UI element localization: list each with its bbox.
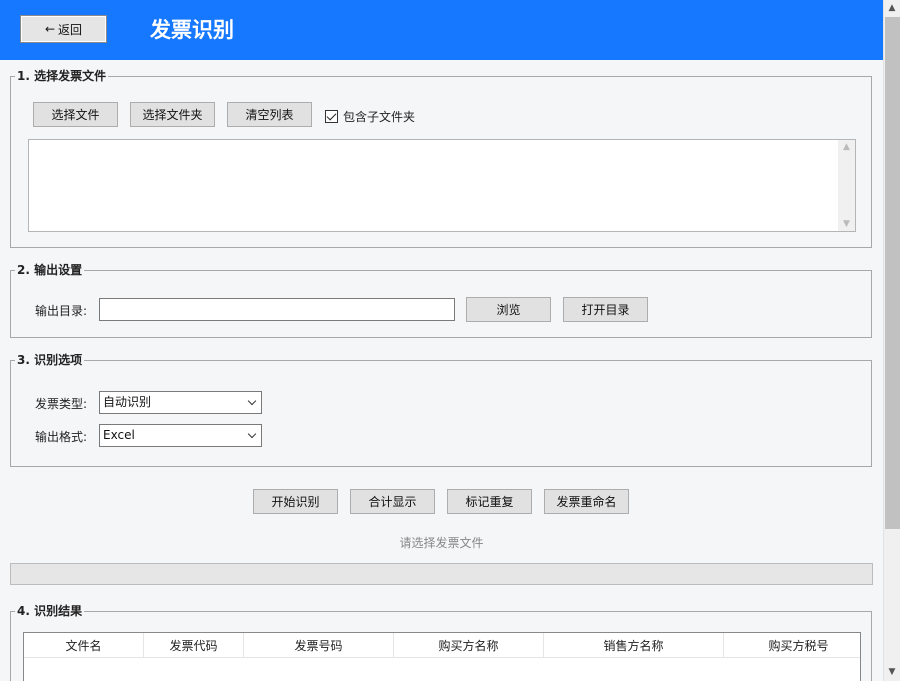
page-title: 发票识别 [150, 18, 234, 42]
scrollbar-thumb[interactable] [885, 17, 900, 529]
window-scrollbar[interactable]: ▲ ▼ [883, 0, 900, 681]
results-legend: 4. 识别结果 [15, 603, 85, 619]
checkbox-checked-icon[interactable] [325, 110, 338, 123]
column-header[interactable]: 发票号码 [244, 633, 394, 657]
mark-duplicates-button[interactable]: 标记重复 [447, 489, 532, 514]
column-header[interactable]: 发票代码 [144, 633, 244, 657]
back-button-label: 返回 [58, 22, 83, 37]
output-format-select[interactable]: Excel [99, 424, 262, 447]
column-header[interactable]: 购买方名称 [394, 633, 544, 657]
select-files-legend: 1. 选择发票文件 [15, 68, 109, 84]
chevron-down-icon [247, 396, 257, 406]
output-settings-group: 2. 输出设置 输出目录: 浏览 打开目录 [10, 262, 872, 338]
start-recognition-button[interactable]: 开始识别 [253, 489, 338, 514]
list-scroll-down-icon[interactable]: ▼ [838, 219, 855, 229]
scroll-down-icon[interactable]: ▼ [884, 664, 900, 681]
include-subfolders-checkbox[interactable]: 包含子文件夹 [325, 108, 415, 125]
column-header[interactable]: 销售方名称 [544, 633, 724, 657]
file-list-scrollbar[interactable]: ▲ ▼ [838, 140, 855, 231]
invoice-type-label: 发票类型: [35, 397, 88, 411]
column-header[interactable]: 购买方税号 [724, 633, 860, 657]
back-arrow-icon: ← [44, 22, 56, 36]
back-button[interactable]: ← 返回 [20, 15, 107, 43]
recognition-options-legend: 3. 识别选项 [15, 352, 85, 368]
file-list[interactable]: ▲ ▼ [28, 139, 856, 232]
browse-button[interactable]: 浏览 [466, 297, 551, 322]
output-dir-label: 输出目录: [35, 304, 88, 318]
scroll-up-icon[interactable]: ▲ [884, 0, 900, 17]
output-format-value: Excel [103, 428, 135, 442]
output-dir-input[interactable] [99, 298, 455, 321]
select-folder-button[interactable]: 选择文件夹 [130, 102, 215, 127]
output-settings-legend: 2. 输出设置 [15, 262, 85, 278]
results-grid[interactable]: 文件名 发票代码 发票号码 购买方名称 销售方名称 购买方税号 [23, 632, 861, 681]
chevron-down-icon [247, 429, 257, 439]
output-format-label: 输出格式: [35, 430, 88, 444]
include-subfolders-label: 包含子文件夹 [343, 110, 416, 124]
show-total-button[interactable]: 合计显示 [350, 489, 435, 514]
progress-bar [10, 563, 873, 585]
recognition-options-group: 3. 识别选项 发票类型: 自动识别 输出格式: Excel [10, 352, 872, 467]
grid-header: 文件名 发票代码 发票号码 购买方名称 销售方名称 购买方税号 [24, 633, 860, 658]
list-scroll-up-icon[interactable]: ▲ [838, 142, 855, 152]
clear-list-button[interactable]: 清空列表 [227, 102, 312, 127]
status-text: 请选择发票文件 [399, 536, 484, 550]
open-dir-button[interactable]: 打开目录 [563, 297, 648, 322]
results-group: 4. 识别结果 文件名 发票代码 发票号码 购买方名称 销售方名称 购买方税号 [10, 603, 872, 681]
rename-invoices-button[interactable]: 发票重命名 [544, 489, 629, 514]
select-file-button[interactable]: 选择文件 [33, 102, 118, 127]
app-header: ← 返回 发票识别 [0, 0, 883, 60]
invoice-type-value: 自动识别 [103, 395, 152, 409]
column-header[interactable]: 文件名 [24, 633, 144, 657]
select-files-group: 1. 选择发票文件 选择文件 选择文件夹 清空列表 包含子文件夹 ▲ ▼ [10, 68, 872, 248]
invoice-type-select[interactable]: 自动识别 [99, 391, 262, 414]
